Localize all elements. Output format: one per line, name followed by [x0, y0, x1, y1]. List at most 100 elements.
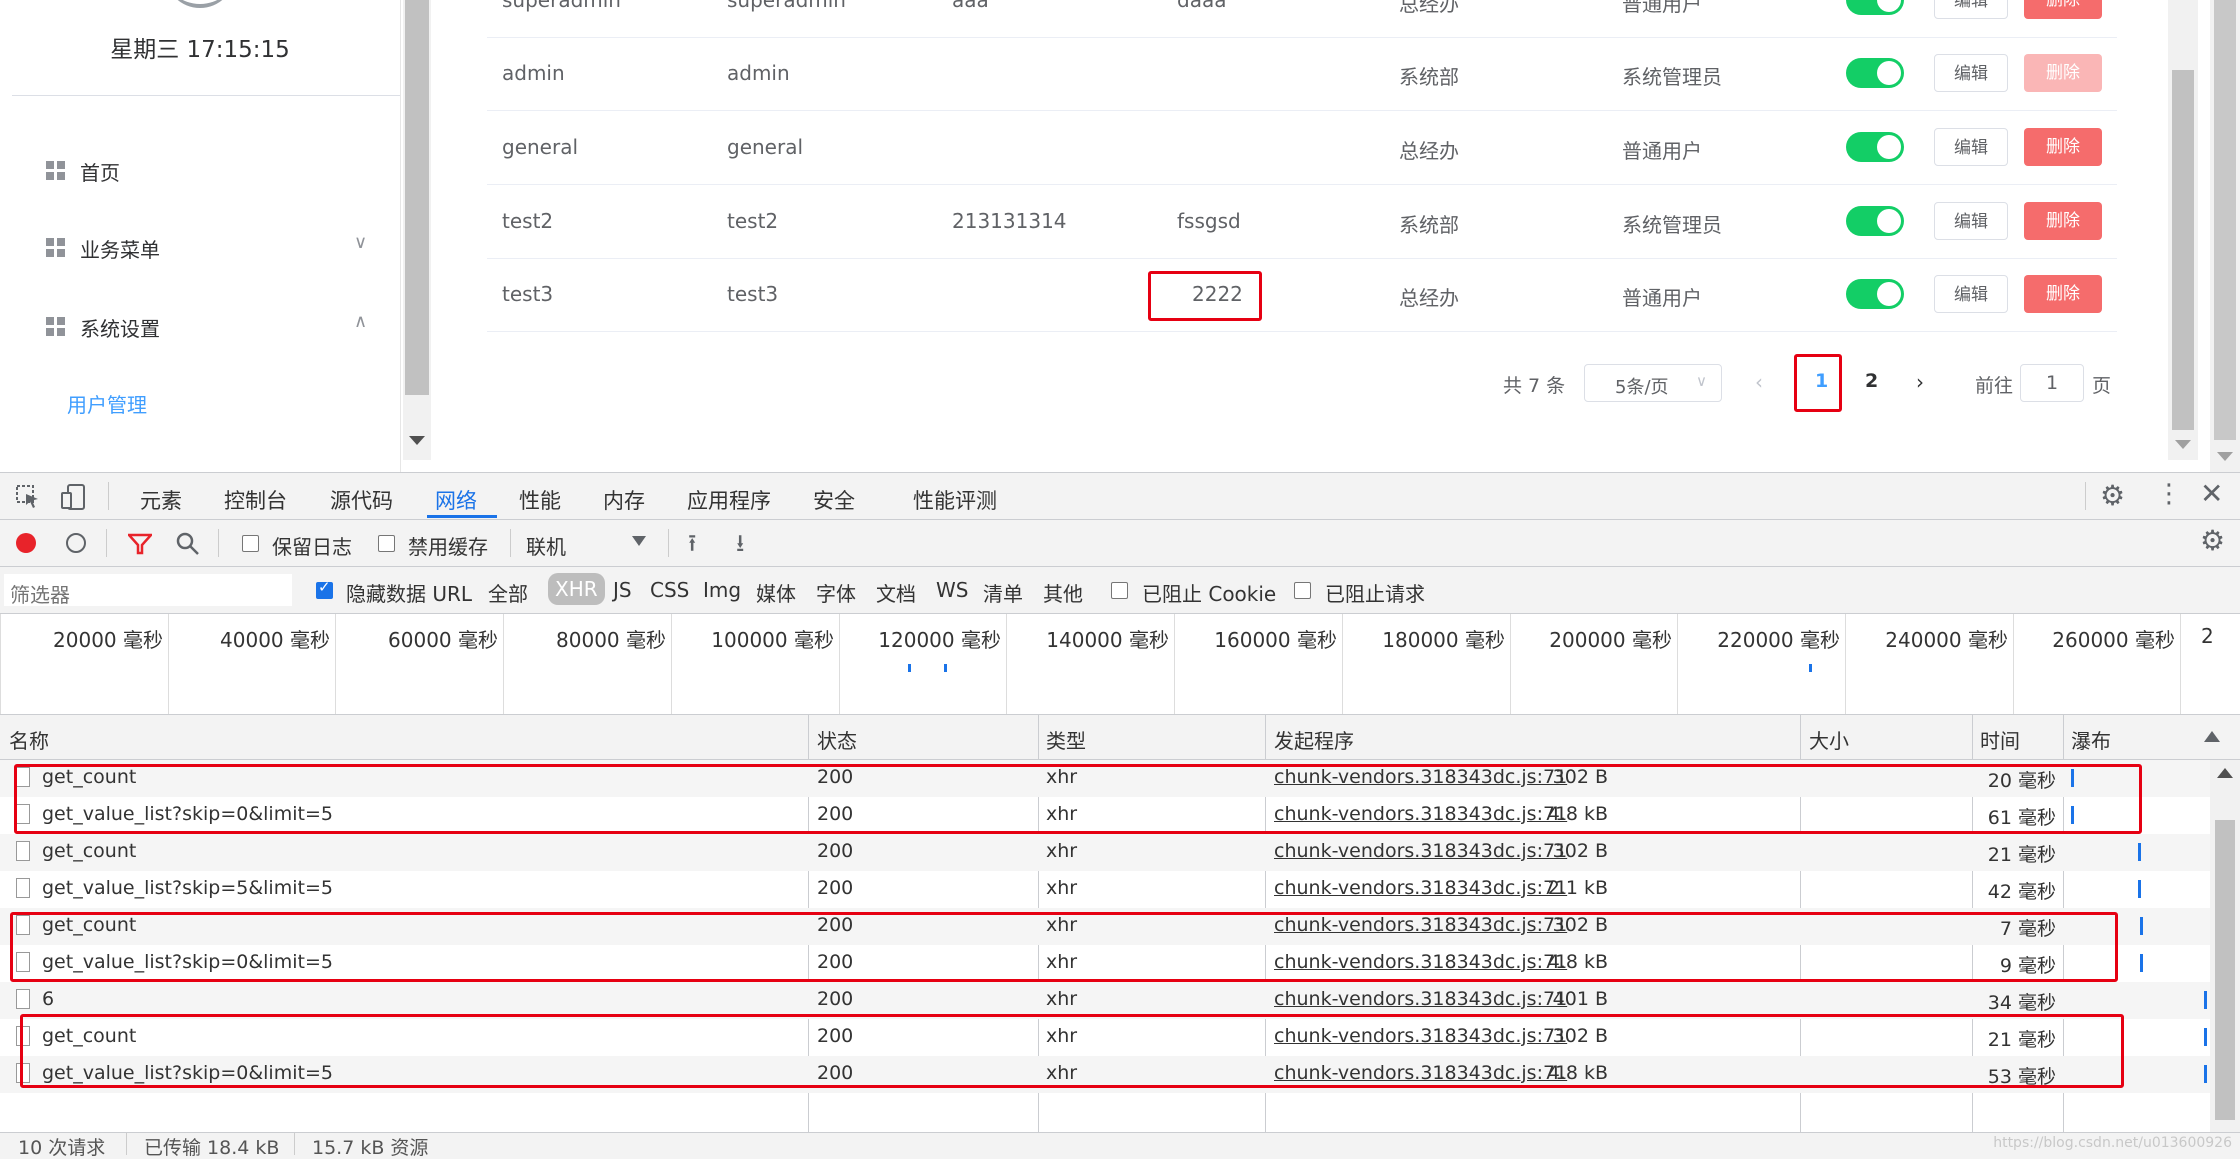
- network-overview-timeline[interactable]: 20000 毫秒 40000 毫秒 60000 毫秒 80000 毫秒 1000…: [0, 614, 2240, 715]
- column-header-waterfall[interactable]: 瀑布: [2071, 725, 2111, 754]
- edit-button[interactable]: 编辑: [1934, 0, 2008, 19]
- edit-button[interactable]: 编辑: [1934, 54, 2008, 92]
- record-icon[interactable]: [16, 533, 36, 553]
- search-icon[interactable]: [176, 532, 200, 556]
- preserve-log-checkbox[interactable]: [242, 535, 259, 552]
- filter-type-ws[interactable]: WS: [936, 578, 968, 602]
- request-initiator-link[interactable]: chunk-vendors.318343dc.js:71: [1274, 877, 1567, 899]
- edit-button[interactable]: 编辑: [1934, 275, 2008, 313]
- grid-icon: [46, 161, 66, 181]
- column-header-time[interactable]: 时间: [1980, 725, 2020, 754]
- filter-type-css[interactable]: CSS: [650, 578, 689, 602]
- delete-button[interactable]: 删除: [2024, 202, 2102, 240]
- menu-item-business[interactable]: 业务菜单 ∨: [0, 220, 400, 276]
- status-toggle[interactable]: [1846, 206, 1904, 236]
- scrollbar-thumb[interactable]: [405, 0, 429, 395]
- edit-button[interactable]: 编辑: [1934, 128, 2008, 166]
- page-scrollbar[interactable]: [2210, 0, 2240, 472]
- import-har-icon[interactable]: ⭱: [688, 526, 696, 567]
- more-options-icon[interactable]: ⋮: [2156, 479, 2182, 509]
- goto-page-input[interactable]: 1: [2020, 364, 2084, 402]
- column-header-name[interactable]: 名称: [9, 725, 49, 754]
- cell-username: test2: [502, 209, 554, 233]
- filter-type-other[interactable]: 其他: [1043, 578, 1083, 607]
- next-page-button[interactable]: ›: [1916, 370, 1924, 394]
- edit-button[interactable]: 编辑: [1934, 202, 2008, 240]
- clear-icon[interactable]: [66, 533, 86, 553]
- status-toggle[interactable]: [1846, 0, 1904, 15]
- device-toolbar-icon[interactable]: [60, 483, 88, 511]
- tab-sources[interactable]: 源代码: [330, 485, 393, 515]
- scrollbar-thumb[interactable]: [2215, 820, 2235, 1120]
- sort-ascending-icon[interactable]: [2204, 731, 2220, 742]
- export-har-icon[interactable]: ⭳: [736, 526, 744, 567]
- waterfall-bar: [2140, 917, 2143, 935]
- status-toggle[interactable]: [1846, 132, 1904, 162]
- tab-memory[interactable]: 内存: [603, 485, 645, 515]
- column-header-type[interactable]: 类型: [1046, 725, 1086, 754]
- filter-icon[interactable]: [128, 533, 152, 555]
- network-settings-gear-icon[interactable]: ⚙: [2200, 524, 2225, 557]
- scrollbar-thumb[interactable]: [2214, 0, 2236, 440]
- column-header-size[interactable]: 大小: [1809, 725, 1849, 754]
- table-row: general general 总经办 普通用户 编辑 删除: [487, 111, 2117, 185]
- menu-item-home[interactable]: 首页: [0, 143, 400, 199]
- grid-icon: [46, 238, 66, 258]
- prev-page-button[interactable]: ‹: [1755, 370, 1763, 394]
- tab-network[interactable]: 网络: [435, 485, 477, 515]
- menu-item-settings[interactable]: 系统设置 ∧: [0, 299, 400, 355]
- page-size-select[interactable]: 5条/页 ∨: [1584, 364, 1722, 402]
- tab-elements[interactable]: 元素: [140, 485, 182, 515]
- filter-type-all[interactable]: 全部: [488, 578, 528, 607]
- timeline-tick: 240000 毫秒: [1845, 614, 2014, 714]
- status-toggle[interactable]: [1846, 58, 1904, 88]
- tab-lighthouse[interactable]: 性能评测: [913, 485, 997, 515]
- filter-type-js[interactable]: JS: [613, 578, 632, 602]
- request-list-scrollbar[interactable]: [2210, 760, 2240, 1132]
- column-header-status[interactable]: 状态: [817, 725, 857, 754]
- hide-data-urls-checkbox[interactable]: [316, 578, 333, 599]
- disable-cache-label: 禁用缓存: [408, 535, 488, 559]
- cell-role: 系统管理员: [1622, 213, 1722, 237]
- filter-type-manifest[interactable]: 清单: [983, 578, 1023, 607]
- filter-type-font[interactable]: 字体: [816, 578, 856, 607]
- scroll-up-arrow-icon[interactable]: [2217, 768, 2233, 778]
- filter-type-img[interactable]: Img: [703, 578, 741, 602]
- throttling-select[interactable]: 联机: [526, 528, 650, 559]
- request-initiator-link[interactable]: chunk-vendors.318343dc.js:71: [1274, 988, 1567, 1010]
- scroll-down-arrow-icon[interactable]: [409, 436, 425, 445]
- filter-type-media[interactable]: 媒体: [756, 578, 796, 607]
- delete-button[interactable]: 删除: [2024, 275, 2102, 313]
- table-scrollbar[interactable]: [2168, 0, 2198, 460]
- sidebar-scrollbar[interactable]: [403, 0, 431, 460]
- gear-icon[interactable]: ⚙: [2100, 479, 2125, 512]
- page-2-button[interactable]: 2: [1865, 370, 1878, 392]
- scroll-down-arrow-icon[interactable]: [2217, 452, 2233, 461]
- filter-type-doc[interactable]: 文档: [876, 578, 916, 607]
- delete-button[interactable]: 删除: [2024, 128, 2102, 166]
- inspect-element-icon[interactable]: [16, 485, 42, 509]
- tab-application[interactable]: 应用程序: [687, 485, 771, 515]
- scroll-down-arrow-icon[interactable]: [2175, 440, 2191, 449]
- tab-performance[interactable]: 性能: [519, 485, 561, 515]
- request-initiator-link[interactable]: chunk-vendors.318343dc.js:71: [1274, 840, 1567, 862]
- scrollbar-thumb[interactable]: [2172, 70, 2194, 430]
- delete-button[interactable]: 删除: [2024, 0, 2102, 19]
- blocked-requests-checkbox[interactable]: [1294, 582, 1311, 599]
- filter-type-xhr[interactable]: XHR: [548, 573, 605, 605]
- tab-console[interactable]: 控制台: [224, 485, 287, 515]
- watermark: https://blog.csdn.net/u013600926: [1993, 1135, 2232, 1151]
- request-row[interactable]: get_count 200 xhr chunk-vendors.318343dc…: [0, 834, 2210, 871]
- column-header-initiator[interactable]: 发起程序: [1274, 725, 1354, 754]
- timeline-tick: 200000 毫秒: [1510, 614, 1678, 714]
- request-size: 401 B: [1552, 988, 1608, 1010]
- tab-security[interactable]: 安全: [813, 485, 855, 515]
- status-toggle[interactable]: [1846, 279, 1904, 309]
- disable-cache-checkbox[interactable]: [378, 535, 395, 552]
- request-time: 21 毫秒: [1987, 844, 2056, 866]
- submenu-item-user-management[interactable]: 用户管理: [67, 389, 147, 418]
- close-icon[interactable]: ✕: [2200, 477, 2223, 510]
- request-row[interactable]: get_value_list?skip=5&limit=5 200 xhr ch…: [0, 871, 2210, 908]
- blocked-cookies-checkbox[interactable]: [1111, 582, 1128, 599]
- filter-input[interactable]: 筛选器: [4, 574, 292, 607]
